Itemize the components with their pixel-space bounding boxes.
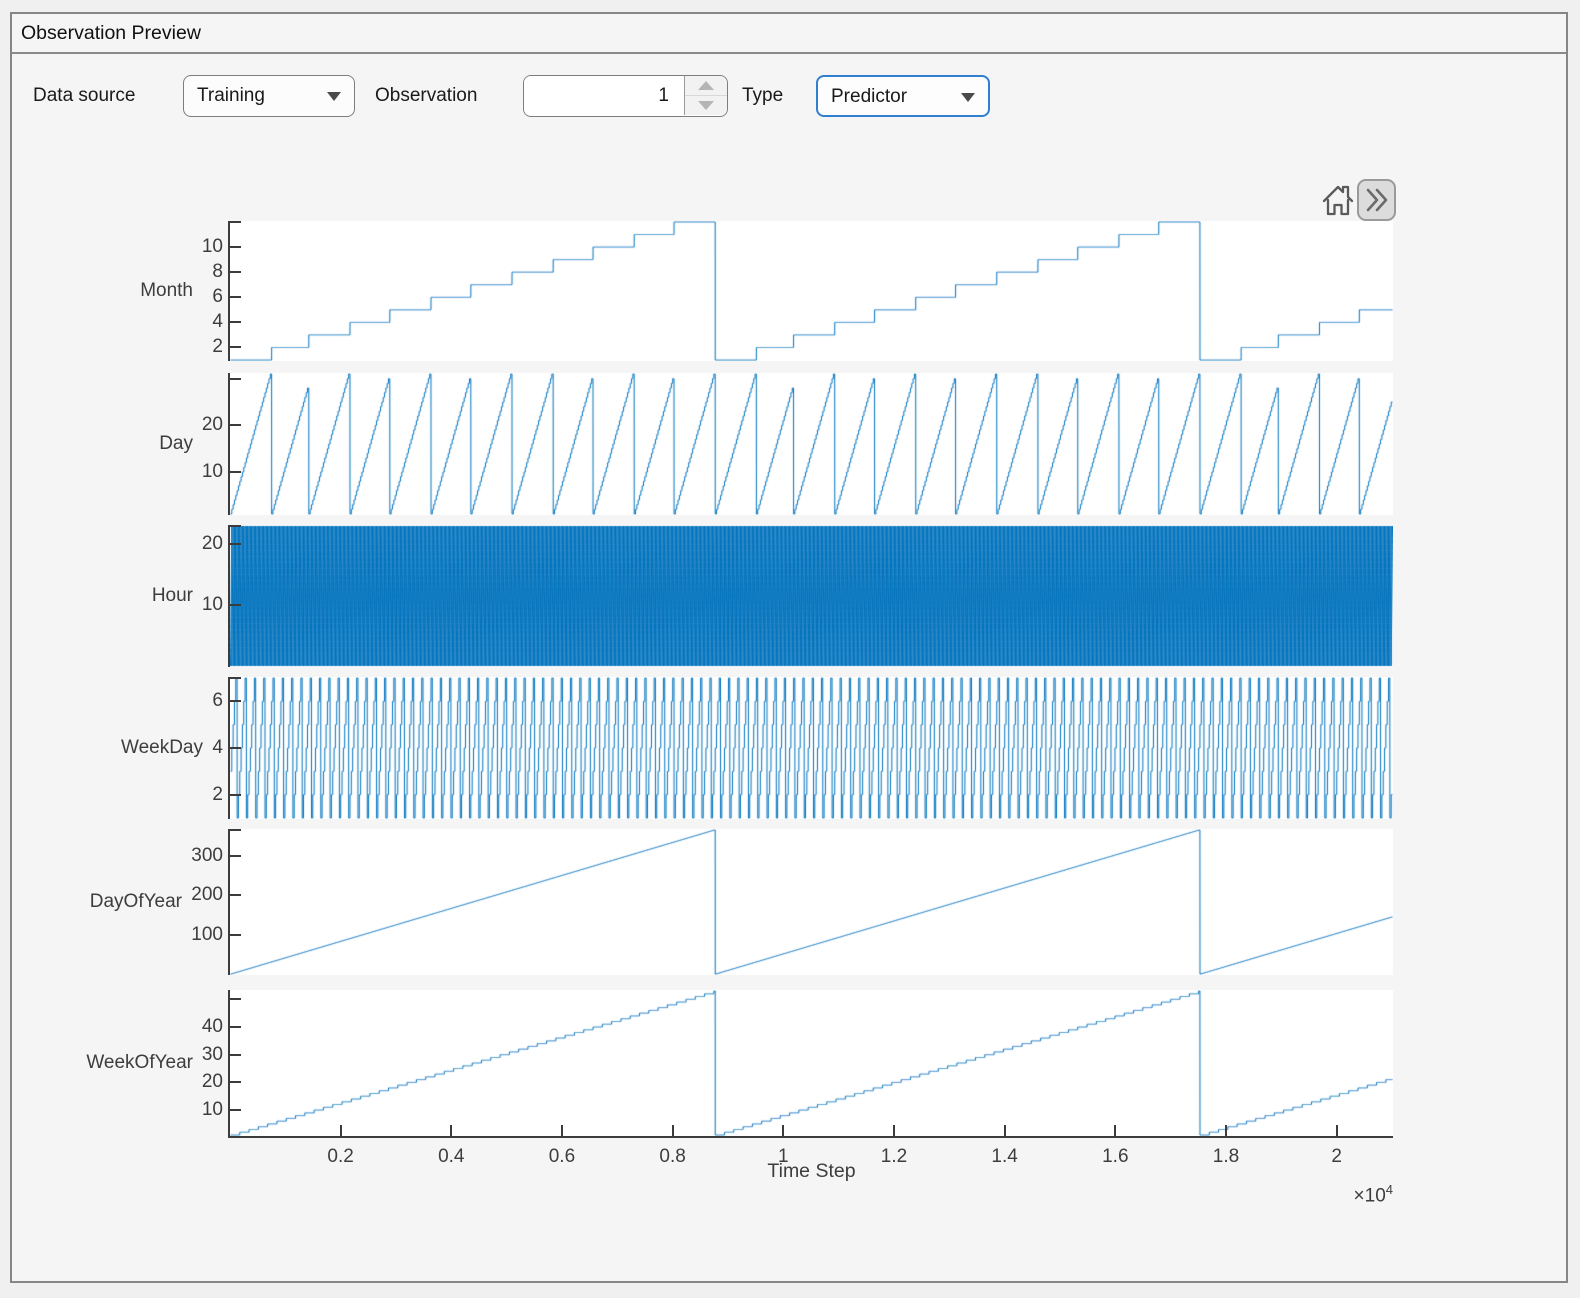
y-tick-label: 2 — [212, 783, 223, 807]
x-axis-label: Time Step — [230, 1160, 1393, 1183]
y-tick-label: 6 — [212, 689, 223, 713]
subplot-canvas-weekday — [230, 677, 1393, 819]
y-tick-mark — [230, 346, 241, 348]
x-tick-mark — [340, 1125, 342, 1136]
x-tick-mark — [561, 1125, 563, 1136]
subplot-name-label: Month — [140, 280, 193, 302]
y-tick-label: 10 — [202, 460, 223, 484]
observation-preview-panel: Observation Preview Data source Training… — [10, 12, 1568, 1283]
subplot-name-label: WeekOfYear — [86, 1052, 193, 1074]
y-tick-mark — [230, 1054, 241, 1056]
y-tick-mark — [230, 794, 241, 796]
y-tick-mark — [230, 677, 241, 679]
y-tick-mark — [230, 221, 241, 223]
y-tick-label: 20 — [202, 532, 223, 556]
y-tick-label: 40 — [202, 1015, 223, 1039]
y-tick-mark — [230, 1109, 241, 1111]
y-tick-label: 200 — [191, 883, 223, 907]
y-axis-spine — [228, 221, 230, 361]
y-tick-label: 6 — [212, 285, 223, 309]
y-tick-label: 4 — [212, 310, 223, 334]
y-tick-label: 20 — [202, 1070, 223, 1094]
y-tick-mark — [230, 894, 241, 896]
x-tick-mark — [893, 1125, 895, 1136]
x-tick-mark — [1114, 1125, 1116, 1136]
x-tick-mark — [1336, 1125, 1338, 1136]
y-tick-mark — [230, 829, 241, 831]
y-axis-spine — [228, 829, 230, 975]
y-tick-mark — [230, 855, 241, 857]
y-tick-mark — [230, 604, 241, 606]
y-tick-label: 100 — [191, 923, 223, 947]
subplot-name-label: WeekDay — [121, 737, 203, 759]
y-tick-label: 30 — [202, 1043, 223, 1067]
x-tick-mark — [450, 1125, 452, 1136]
y-axis-gutter: 10 20 Hour — [12, 525, 223, 667]
y-tick-mark — [230, 1026, 241, 1028]
subplot-canvas-hour — [230, 525, 1393, 667]
y-tick-mark — [230, 934, 241, 936]
y-tick-label: 2 — [212, 335, 223, 359]
x-axis-multiplier: ×104 — [1212, 1182, 1393, 1207]
x-tick-mark — [1004, 1125, 1006, 1136]
y-tick-mark — [230, 1081, 241, 1083]
y-axis-gutter: 246810 Month — [12, 221, 223, 361]
y-tick-mark — [230, 321, 241, 323]
subplot-name-label: DayOfYear — [90, 891, 182, 913]
y-axis-spine — [228, 525, 230, 667]
y-tick-label: 10 — [202, 1098, 223, 1122]
y-tick-mark — [230, 246, 241, 248]
y-tick-mark — [230, 998, 241, 1000]
y-axis-gutter: 10 20 30 40 WeekOfYear — [12, 990, 223, 1136]
y-tick-mark — [230, 525, 241, 527]
y-tick-label: 20 — [202, 413, 223, 437]
stacked-plot: 246810Month1020Day1020Hour246WeekDay1002… — [12, 14, 1566, 1281]
x-tick-mark — [782, 1125, 784, 1136]
y-tick-label: 10 — [202, 593, 223, 617]
app-window: Observation Preview Data source Training… — [0, 0, 1580, 1298]
x-axis-line — [228, 1136, 1393, 1138]
y-axis-spine — [228, 990, 230, 1136]
y-tick-label: 300 — [191, 844, 223, 868]
y-axis-gutter: 100 200 300 DayOfYear — [12, 829, 223, 975]
y-tick-mark — [230, 700, 241, 702]
y-tick-label: 10 — [202, 235, 223, 259]
y-tick-label: 4 — [212, 736, 223, 760]
y-tick-mark — [230, 471, 241, 473]
y-axis-gutter: 10 20 Day — [12, 373, 223, 515]
y-axis-spine — [228, 373, 230, 515]
subplot-canvas-weekofyear — [230, 990, 1393, 1136]
subplot-canvas-dayofyear — [230, 829, 1393, 975]
y-tick-mark — [230, 424, 241, 426]
subplot-canvas-month — [230, 221, 1393, 361]
subplot-name-label: Hour — [152, 585, 193, 607]
y-tick-mark — [230, 747, 241, 749]
y-tick-mark — [230, 271, 241, 273]
subplot-name-label: Day — [159, 433, 193, 455]
y-tick-label: 8 — [212, 260, 223, 284]
x-tick-mark — [672, 1125, 674, 1136]
y-axis-gutter: 2 4 6 WeekDay — [12, 677, 223, 819]
y-tick-mark — [230, 378, 241, 380]
y-tick-mark — [230, 296, 241, 298]
y-tick-mark — [230, 543, 241, 545]
subplot-canvas-day — [230, 373, 1393, 515]
x-tick-mark — [1225, 1125, 1227, 1136]
